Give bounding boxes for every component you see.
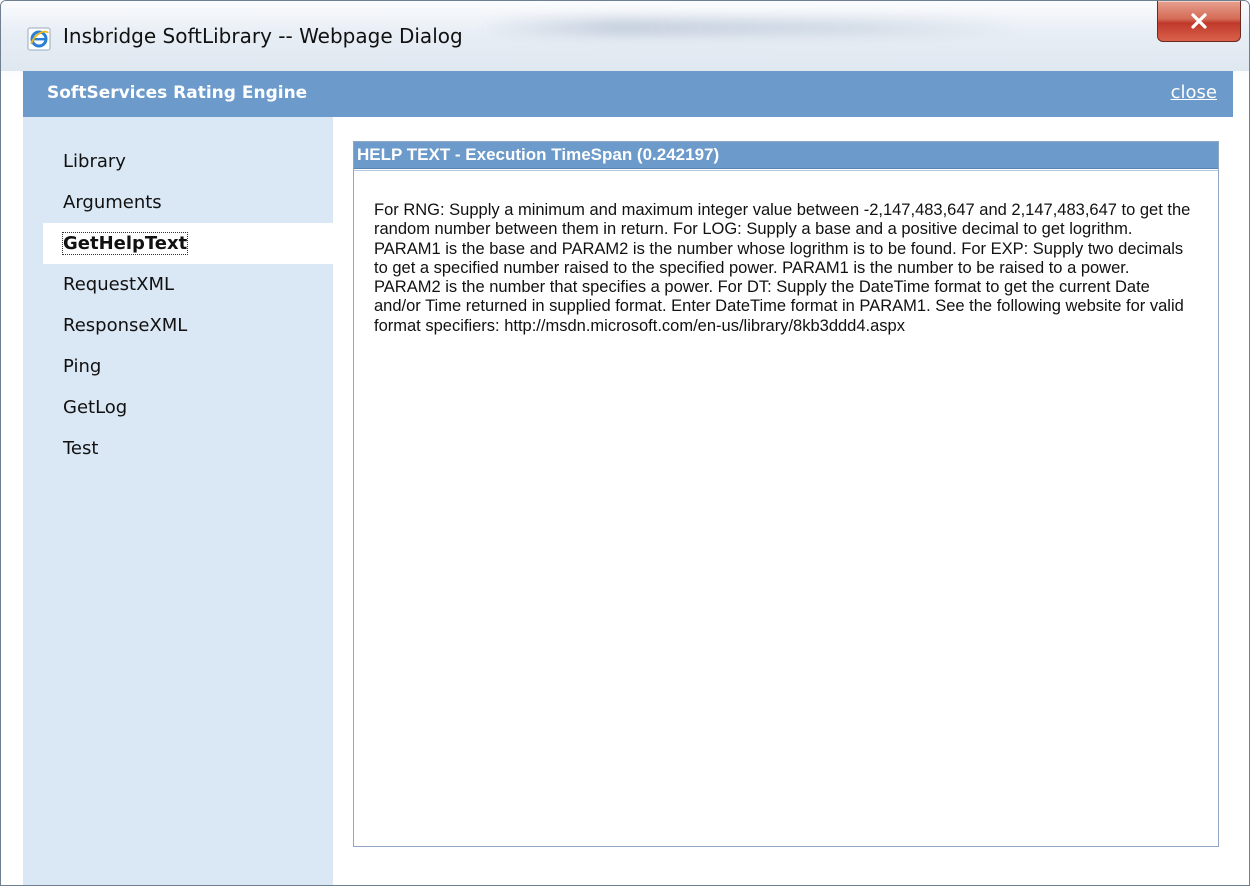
window-title: Insbridge SoftLibrary -- Webpage Dialog [63,24,463,48]
close-link[interactable]: close [1171,82,1217,103]
sidebar-item-library[interactable]: Library [43,141,333,182]
panel-body: For RNG: Supply a minimum and maximum in… [354,170,1218,846]
sidebar-item-requestxml[interactable]: RequestXML [43,264,333,305]
sidebar-item-label: RequestXML [63,274,175,295]
help-text-body: For RNG: Supply a minimum and maximum in… [374,201,1191,335]
sidebar-nav: Library Arguments GetHelpText RequestXML… [43,141,333,469]
sidebar-item-label: ResponseXML [63,315,188,336]
title-bar[interactable]: Insbridge SoftLibrary -- Webpage Dialog [1,1,1249,71]
title-bar-glass [481,19,1021,35]
sidebar-item-getlog[interactable]: GetLog [43,387,333,428]
sidebar-item-test[interactable]: Test [43,428,333,469]
sidebar-item-arguments[interactable]: Arguments [43,182,333,223]
sidebar-item-gethelptext[interactable]: GetHelpText [43,223,333,264]
sidebar: Library Arguments GetHelpText RequestXML… [23,117,333,885]
sidebar-item-label: GetLog [63,397,128,418]
sidebar-item-label: GetHelpText [61,232,189,255]
close-icon [1191,13,1207,29]
sidebar-item-label: Test [63,438,99,459]
sidebar-item-responsexml[interactable]: ResponseXML [43,305,333,346]
sidebar-item-label: Library [63,151,126,172]
ie-icon [27,27,51,51]
app-header-title: SoftServices Rating Engine [47,83,308,103]
sidebar-item-ping[interactable]: Ping [43,346,333,387]
panel-title: HELP TEXT - Execution TimeSpan (0.242197… [354,142,1218,169]
dialog-window: Insbridge SoftLibrary -- Webpage Dialog … [0,0,1250,886]
app-header: SoftServices Rating Engine close [23,71,1233,117]
sidebar-item-label: Ping [63,356,102,377]
dialog-content: Library Arguments GetHelpText RequestXML… [23,117,1233,885]
window-close-button[interactable] [1157,1,1241,42]
sidebar-item-label: Arguments [63,192,162,213]
help-text-panel: HELP TEXT - Execution TimeSpan (0.242197… [353,141,1219,847]
